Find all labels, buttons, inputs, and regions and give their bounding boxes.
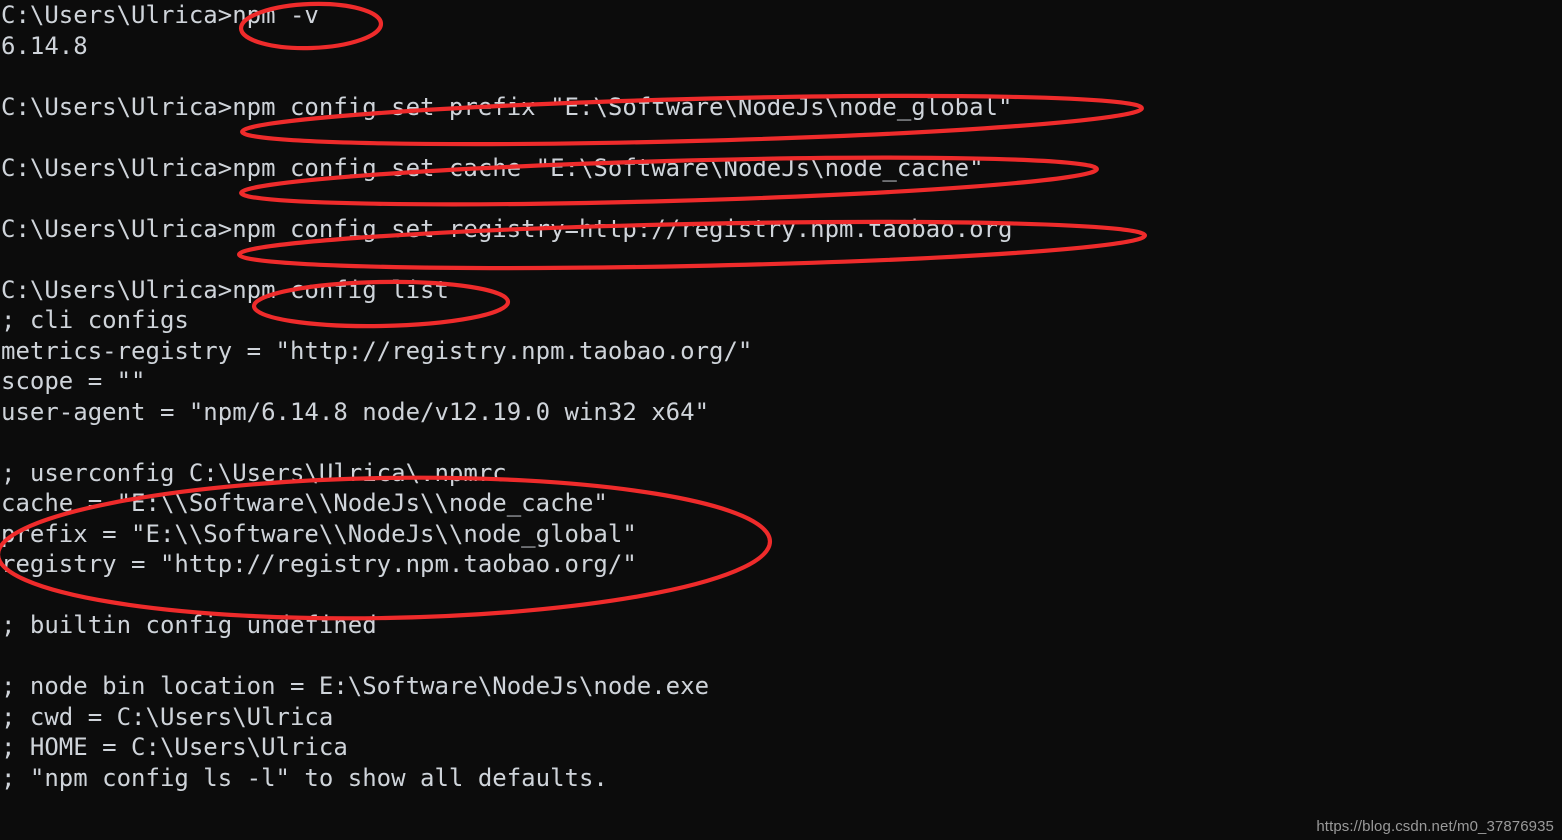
terminal-line: scope = "" xyxy=(1,367,146,395)
terminal-line: C:\Users\Ulrica>npm config list xyxy=(1,275,449,304)
terminal-line: ; "npm config ls -l" to show all default… xyxy=(1,763,608,792)
terminal-line: C:\Users\Ulrica>npm -v xyxy=(1,1,319,29)
terminal-line: 6.14.8 xyxy=(1,31,88,60)
terminal-line: ; builtin config undefined xyxy=(1,611,377,639)
terminal-line: ; node bin location = E:\Software\NodeJs… xyxy=(1,672,710,700)
terminal-line: user-agent = "npm/6.14.8 node/v12.19.0 w… xyxy=(1,397,710,426)
terminal-output[interactable]: C:\Users\Ulrica>npm -v 6.14.8 C:\Users\Ulr… xyxy=(0,0,1562,840)
terminal-line: registry = "http://registry.npm.taobao.o… xyxy=(1,550,637,578)
terminal-line: cache = "E:\\Software\\NodeJs\\node_cach… xyxy=(1,489,608,517)
terminal-line: C:\Users\Ulrica>npm config set prefix "E… xyxy=(1,92,1013,121)
terminal-line: ; cwd = C:\Users\Ulrica xyxy=(1,702,334,731)
terminal-line: ; userconfig C:\Users\Ulrica\.npmrc xyxy=(1,458,507,487)
terminal-line: C:\Users\Ulrica>npm config set registry=… xyxy=(1,214,1013,243)
terminal-line: prefix = "E:\\Software\\NodeJs\\node_glo… xyxy=(1,519,637,548)
terminal-line: ; cli configs xyxy=(1,306,189,334)
terminal-window: C:\Users\Ulrica>npm -v 6.14.8 C:\Users\Ulr… xyxy=(0,0,1562,840)
terminal-line: metrics-registry = "http://registry.npm.… xyxy=(1,336,753,365)
terminal-line: ; HOME = C:\Users\Ulrica xyxy=(1,733,348,761)
csdn-watermark: https://blog.csdn.net/m0_37876935 xyxy=(1316,818,1554,835)
terminal-line: C:\Users\Ulrica>npm config set cache "E:… xyxy=(1,153,984,182)
